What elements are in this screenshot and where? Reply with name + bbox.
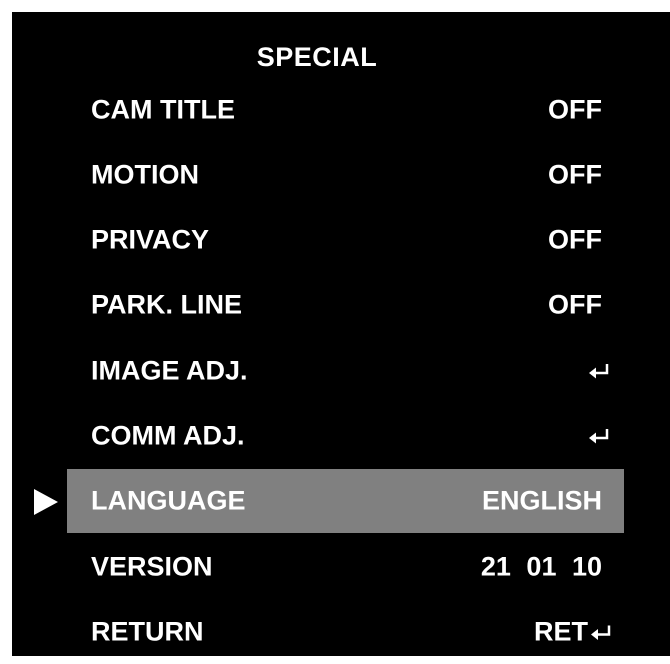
menu-item-label: MOTION [91,159,199,190]
enter-arrow-icon [589,429,609,444]
menu-item-language[interactable]: LANGUAGE ENGLISH [67,469,624,533]
osd-menu: SPECIAL CAM TITLE OFF MOTION OFF PRIVACY… [12,12,670,656]
menu-item-motion[interactable]: MOTION OFF [67,143,624,207]
menu-item-image-adj[interactable]: IMAGE ADJ. [67,339,624,403]
menu-item-value: OFF [548,94,602,125]
selection-pointer-icon [34,489,58,515]
return-value-text: RET [534,616,588,647]
menu-item-privacy[interactable]: PRIVACY OFF [67,208,624,272]
menu-item-label: CAM TITLE [91,94,235,125]
menu-item-label: VERSION [91,551,213,582]
menu-item-label: COMM ADJ. [91,420,245,451]
menu-item-park-line[interactable]: PARK. LINE OFF [67,273,624,337]
menu-item-cam-title[interactable]: CAM TITLE OFF [67,78,624,142]
menu-item-value: 21 01 10 [480,551,602,582]
menu-item-label: RETURN [91,616,204,647]
menu-item-label: LANGUAGE [91,485,246,516]
menu-item-value: ENGLISH [481,485,602,516]
menu-item-comm-adj[interactable]: COMM ADJ. [67,404,624,468]
menu-item-value: OFF [548,159,602,190]
menu-item-label: PRIVACY [91,224,210,255]
enter-arrow-icon [589,364,609,379]
enter-arrow-icon [591,625,611,640]
return-value: RET [534,617,612,648]
menu-item-value: OFF [548,289,602,320]
menu-item-return[interactable]: RETURN RET [67,600,624,664]
menu-item-label: PARK. LINE [91,289,243,320]
menu-item-label: IMAGE ADJ. [91,355,248,386]
menu-item-version[interactable]: VERSION 21 01 10 [67,535,624,599]
menu-item-value: OFF [548,224,602,255]
menu-title: SPECIAL [256,42,378,72]
